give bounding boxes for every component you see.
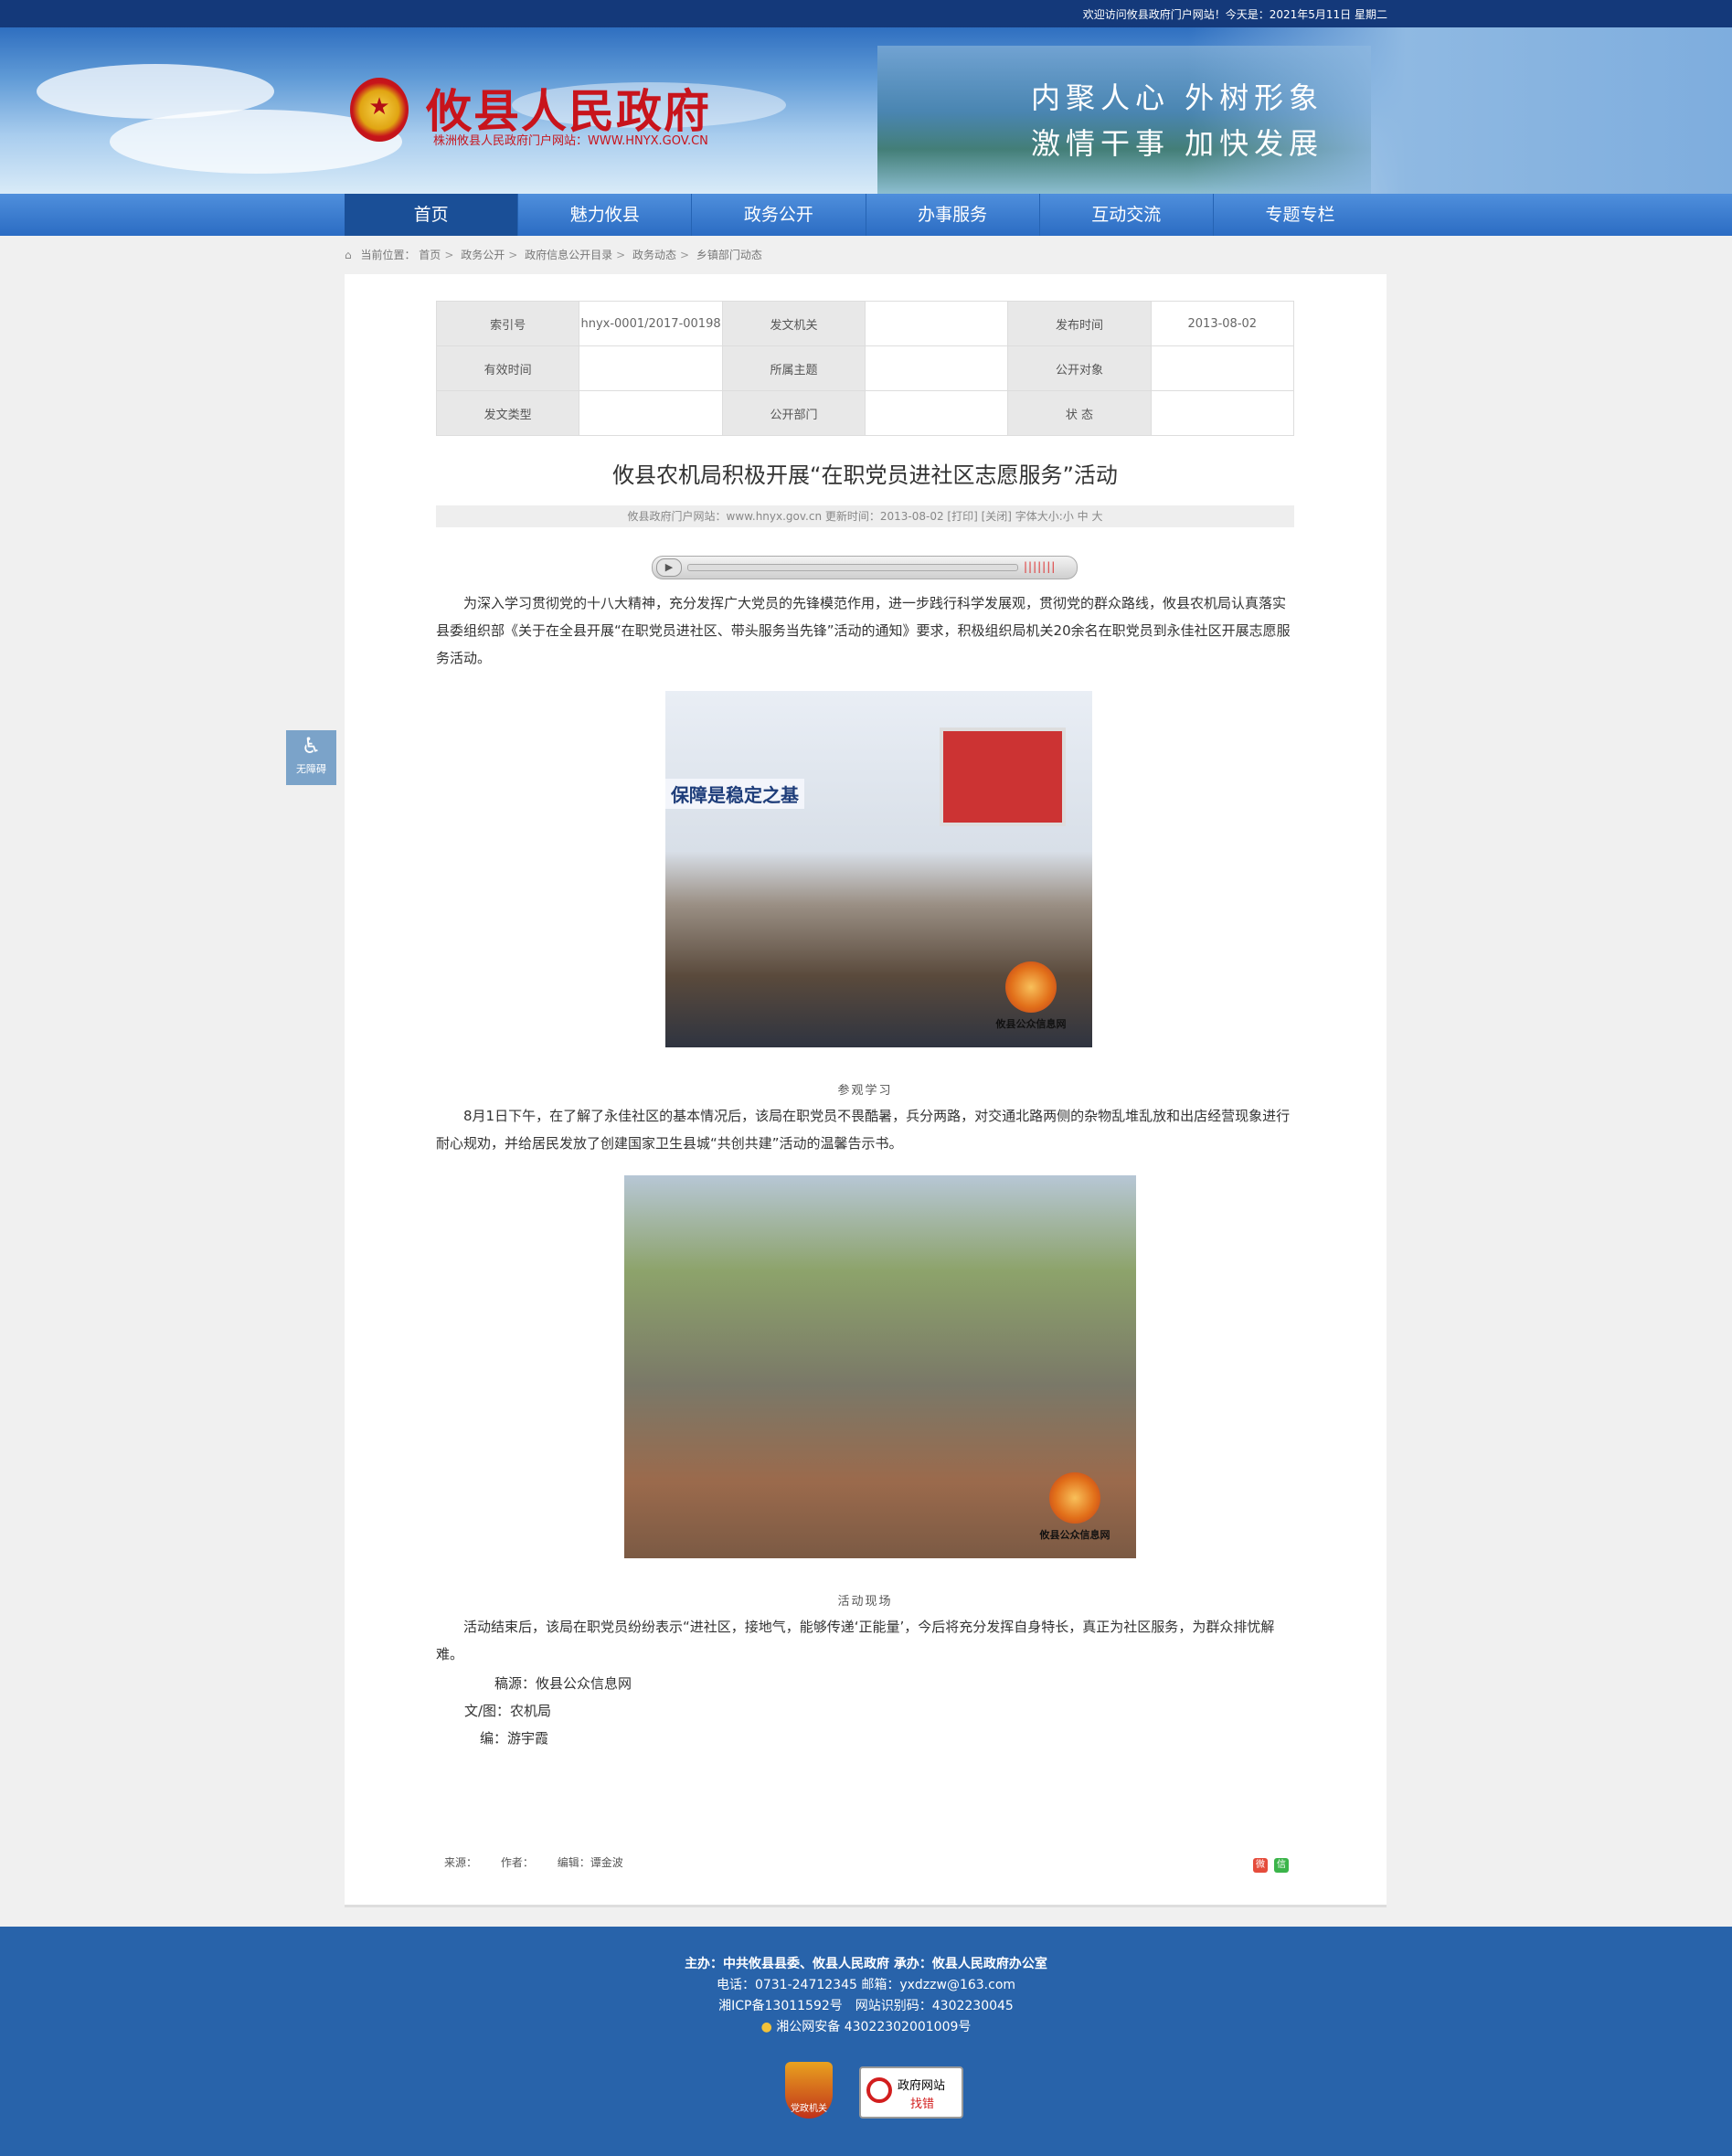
top-bar: 欢迎访问攸县政府门户网站！今天是：2021年5月11日 星期二 [0, 0, 1732, 27]
meta-value [865, 390, 1009, 436]
gov-site-error-report[interactable]: 政府网站 找错 [859, 2066, 963, 2119]
meta-value [579, 345, 723, 391]
nav-item-interaction[interactable]: 互动交流 [1040, 194, 1214, 236]
weibo-share-icon[interactable]: 微 [1253, 1858, 1268, 1873]
wechat-share-icon[interactable]: 信 [1274, 1858, 1289, 1873]
breadcrumb-dept-news[interactable]: 乡镇部门动态 [696, 249, 762, 261]
article-info-bar[interactable]: 攸县政府门户网站：www.hnyx.gov.cn 更新时间：2013-08-02… [436, 505, 1294, 527]
meta-value [865, 345, 1009, 391]
meta-key: 公开对象 [1007, 345, 1152, 391]
accessibility-label: 无障碍 [296, 763, 326, 775]
meta-key: 发文机关 [721, 301, 866, 346]
meta-key: 状 态 [1007, 390, 1152, 436]
national-emblem-icon: ★ [350, 78, 409, 142]
footer-editor: 编辑：谭金波 [557, 1856, 623, 1869]
police-badge-icon: ● [760, 2020, 772, 2034]
meta-key: 公开部门 [721, 390, 866, 436]
breadcrumb: ⌂ 当前位置： 首页 > 政务公开 > 政府信息公开目录 > 政务动态 > 乡镇部门动态 [345, 249, 762, 261]
main-nav: 首页 魅力攸县 政务公开 办事服务 互动交流 专题专栏 [0, 194, 1732, 236]
slogan-line2: 激情干事 加快发展 [1031, 126, 1324, 161]
article-paragraph-2: 8月1日下午，在了解了永佳社区的基本情况后，该局在职党员不畏酷暑，兵分两路，对交… [436, 1108, 1291, 1152]
footer-police-record[interactable]: ● 湘公网安备 43022302001009号 [0, 2017, 1732, 2035]
nav-item-home[interactable]: 首页 [345, 194, 519, 236]
nav-item-charm[interactable]: 魅力攸县 [518, 194, 693, 236]
header-banner [0, 27, 1732, 194]
nav-item-gov-affairs[interactable]: 政务公开 [692, 194, 866, 236]
home-icon: ⌂ [345, 249, 352, 261]
editor-line: 编：游宇霞 [480, 1730, 549, 1747]
breadcrumb-home[interactable]: 首页 [419, 249, 441, 261]
site-footer: 主办：中共攸县县委、攸县人民政府 承办：攸县人民政府办公室 电话：0731-24… [0, 1927, 1732, 2156]
footer-sponsor: 主办：中共攸县县委、攸县人民政府 承办：攸县人民政府办公室 [685, 1957, 1047, 1971]
photo-watermark: 攸县公众信息网 [990, 961, 1072, 1031]
meta-key: 发文类型 [435, 390, 580, 436]
meta-value [579, 390, 723, 436]
meta-key: 发布时间 [1007, 301, 1152, 346]
meta-value: hnyx-0001/2017-00198 [579, 301, 723, 346]
info-meta-table: 索引号 hnyx-0001/2017-00198 发文机关 发布时间 2013-… [435, 301, 1295, 436]
accessibility-button[interactable]: ♿ 无障碍 [286, 730, 336, 785]
party-gov-badge[interactable]: 党政机关 [785, 2062, 833, 2119]
footer-icp[interactable]: 湘ICP备13011592号 网站识别码：4302230045 [0, 1996, 1732, 2014]
breadcrumb-label: 当前位置： [360, 249, 416, 261]
meta-value [1150, 390, 1295, 436]
slogan-line1: 内聚人心 外树形象 [1031, 80, 1324, 115]
magnifier-icon [866, 2077, 892, 2103]
site-subtitle: 株洲攸县人民政府门户网站：WWW.HNYX.GOV.CN [433, 134, 708, 148]
article-container: 索引号 hnyx-0001/2017-00198 发文机关 发布时间 2013-… [345, 274, 1387, 1907]
breadcrumb-news[interactable]: 政务动态 [632, 249, 676, 261]
progress-track[interactable] [687, 564, 1018, 571]
play-icon[interactable]: ▶ [656, 558, 682, 577]
meta-key: 有效时间 [435, 345, 580, 391]
footer-source: 来源： [444, 1856, 478, 1869]
source-line: 稿源：攸县公众信息网 [494, 1675, 632, 1692]
wheelchair-icon: ♿ [301, 733, 322, 759]
article-photo-2: 攸县公众信息网 [624, 1175, 1136, 1558]
footer-contact: 电话：0731-24712345 邮箱：yxdzzw@163.com [716, 1978, 1016, 1992]
article-footer-meta: 来源： 作者： 编辑：谭金波 [444, 1854, 643, 1870]
article-title: 攸县农机局积极开展“在职党员进社区志愿服务”活动 [612, 462, 1118, 488]
photo-credit: 文/图：农机局 [464, 1703, 552, 1719]
breadcrumb-catalog[interactable]: 政府信息公开目录 [525, 249, 612, 261]
volume-icon[interactable]: ||||||| [1024, 560, 1056, 573]
meta-key: 所属主题 [721, 345, 866, 391]
meta-key: 索引号 [435, 301, 580, 346]
photo-caption-2: 活动现场 [837, 1595, 893, 1609]
article-paragraph-3: 活动结束后，该局在职党员纷纷表示“进社区，接地气，能够传递‘正能量’，今后将充分… [436, 1619, 1275, 1662]
photo-watermark: 攸县公众信息网 [1034, 1472, 1116, 1542]
photo-caption-1: 参观学习 [837, 1084, 893, 1098]
breadcrumb-gov-affairs[interactable]: 政务公开 [461, 249, 505, 261]
photo-wall-text: 保障是稳定之基 [665, 779, 804, 809]
meta-value: 2013-08-02 [1150, 301, 1295, 346]
article-photo-1: 保障是稳定之基 攸县公众信息网 [665, 691, 1092, 1047]
meta-value [1150, 345, 1295, 391]
footer-author: 作者： [500, 1856, 534, 1869]
nav-item-services[interactable]: 办事服务 [866, 194, 1040, 236]
meta-value [865, 301, 1009, 346]
welcome-text: 欢迎访问攸县政府门户网站！今天是：2021年5月11日 星期二 [1082, 8, 1387, 21]
nav-item-topics[interactable]: 专题专栏 [1214, 194, 1387, 236]
article-paragraph-1: 为深入学习贯彻党的十八大精神，充分发挥广大党员的先锋模范作用，进一步践行科学发展… [436, 595, 1291, 666]
audio-player: ▶ ||||||| [652, 556, 1078, 579]
